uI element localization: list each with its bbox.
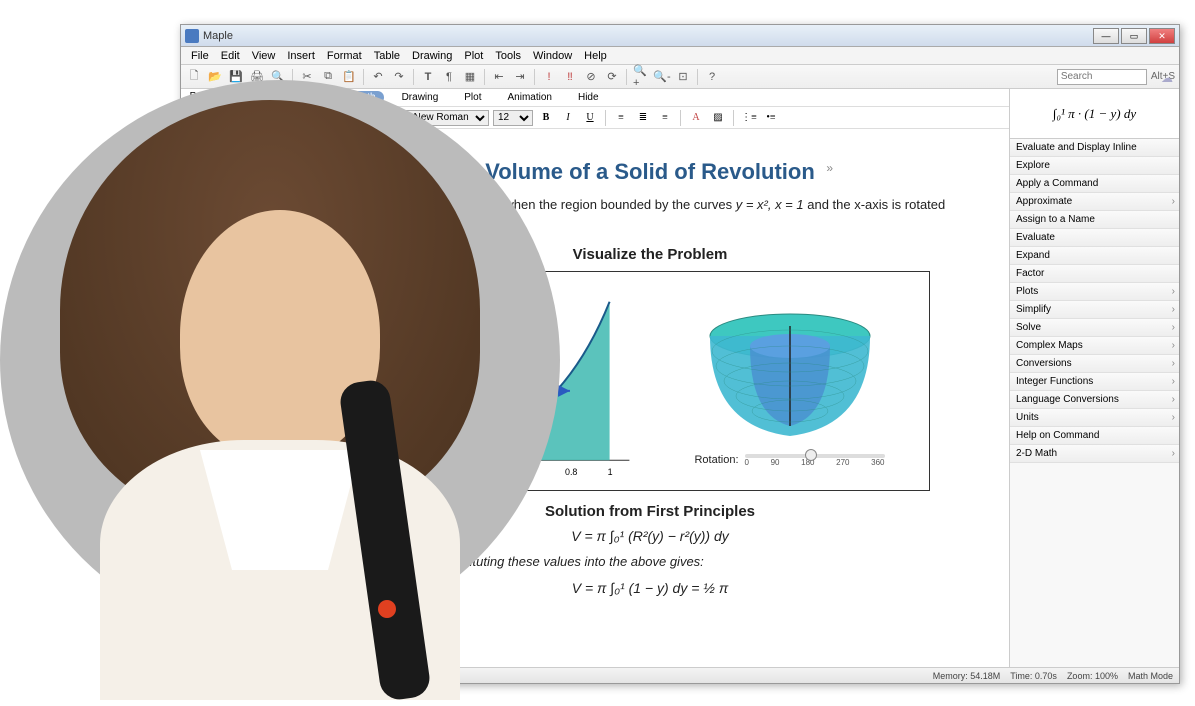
context-item-17[interactable]: 2-D Math xyxy=(1010,445,1179,463)
context-item-2[interactable]: Apply a Command xyxy=(1010,175,1179,193)
stop-icon[interactable]: ⊘ xyxy=(582,68,600,86)
context-preview: ∫₀¹ π · (1 − y) dy xyxy=(1010,89,1179,139)
app-icon xyxy=(185,29,199,43)
align-center-icon[interactable]: ≣ xyxy=(634,109,652,127)
context-item-5[interactable]: Evaluate xyxy=(1010,229,1179,247)
status-mode: Math Mode xyxy=(1128,671,1173,681)
numbered-list-icon[interactable]: ⋮≡ xyxy=(740,109,758,127)
context-item-15[interactable]: Units xyxy=(1010,409,1179,427)
highlight-icon[interactable]: ▨ xyxy=(709,109,727,127)
plot-3d[interactable]: Rotation: 0 90 180 270 360 xyxy=(650,272,929,490)
maximize-button[interactable]: ▭ xyxy=(1121,28,1147,44)
italic-button[interactable]: I xyxy=(559,109,577,127)
execute-all-icon[interactable]: ‼ xyxy=(561,68,579,86)
status-memory: Memory: 54.18M xyxy=(933,671,1001,681)
context-item-10[interactable]: Solve xyxy=(1010,319,1179,337)
mode-hide[interactable]: Hide xyxy=(570,91,607,104)
status-time: Time: 0.70s xyxy=(1010,671,1057,681)
font-color-icon[interactable]: A xyxy=(687,109,705,127)
context-panel: ∫₀¹ π · (1 − y) dy Evaluate and Display … xyxy=(1009,89,1179,667)
context-item-3[interactable]: Approximate xyxy=(1010,193,1179,211)
svg-text:1: 1 xyxy=(608,467,613,477)
refresh-icon[interactable]: ⟳ xyxy=(603,68,621,86)
context-item-6[interactable]: Expand xyxy=(1010,247,1179,265)
context-item-4[interactable]: Assign to a Name xyxy=(1010,211,1179,229)
underline-button[interactable]: U xyxy=(581,109,599,127)
context-item-1[interactable]: Explore xyxy=(1010,157,1179,175)
context-item-12[interactable]: Conversions xyxy=(1010,355,1179,373)
align-right-icon[interactable]: ≡ xyxy=(656,109,674,127)
context-item-8[interactable]: Plots xyxy=(1010,283,1179,301)
bullet-list-icon[interactable]: •≡ xyxy=(762,109,780,127)
rotation-label: Rotation: xyxy=(694,454,738,466)
rotation-slider[interactable] xyxy=(745,454,885,458)
svg-text:0.8: 0.8 xyxy=(565,467,577,477)
menu-help[interactable]: Help xyxy=(578,50,613,62)
minimize-button[interactable]: — xyxy=(1093,28,1119,44)
help-icon[interactable]: ? xyxy=(703,68,721,86)
context-item-16[interactable]: Help on Command xyxy=(1010,427,1179,445)
align-left-icon[interactable]: ≡ xyxy=(612,109,630,127)
close-button[interactable]: ✕ xyxy=(1149,28,1175,44)
context-item-7[interactable]: Factor xyxy=(1010,265,1179,283)
context-item-11[interactable]: Complex Maps xyxy=(1010,337,1179,355)
zoom-in-icon[interactable]: 🔍+ xyxy=(632,68,650,86)
titlebar: Maple — ▭ ✕ xyxy=(181,25,1179,47)
window-title: Maple xyxy=(203,30,233,42)
zoom-reset-icon[interactable]: ⊡ xyxy=(674,68,692,86)
zoom-out-icon[interactable]: 🔍- xyxy=(653,68,671,86)
search-input[interactable] xyxy=(1057,69,1147,85)
context-item-13[interactable]: Integer Functions xyxy=(1010,373,1179,391)
context-item-14[interactable]: Language Conversions xyxy=(1010,391,1179,409)
decorative-person xyxy=(0,60,560,700)
context-item-9[interactable]: Simplify xyxy=(1010,301,1179,319)
context-item-0[interactable]: Evaluate and Display Inline xyxy=(1010,139,1179,157)
cloud-icon[interactable]: ☁ xyxy=(1161,71,1173,85)
status-zoom: Zoom: 100% xyxy=(1067,671,1118,681)
